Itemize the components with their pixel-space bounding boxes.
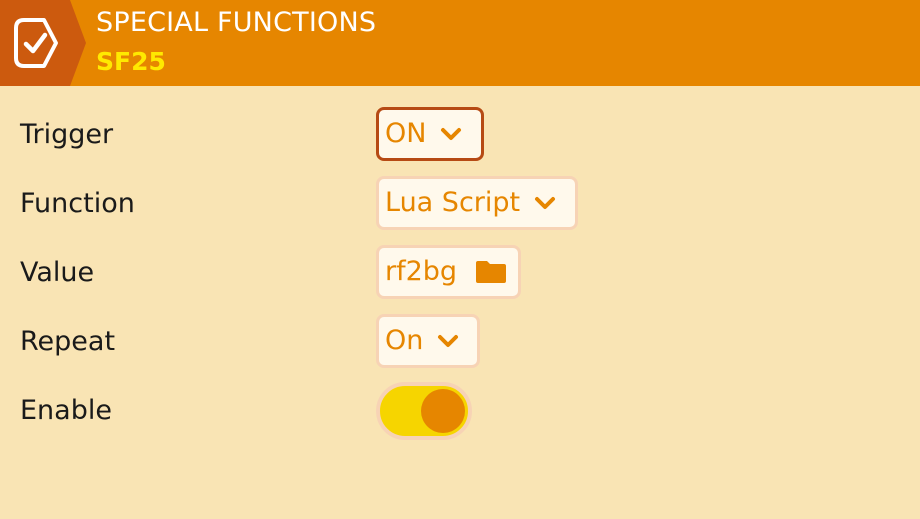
enable-label: Enable [20,395,112,426]
chevron-down-icon [437,334,459,348]
trigger-label: Trigger [20,119,114,150]
repeat-dropdown[interactable]: On [376,314,480,368]
page-title: SPECIAL FUNCTIONS [96,7,377,38]
chevron-down-icon [440,127,462,141]
folder-icon [475,260,507,284]
enable-toggle[interactable] [376,382,472,440]
function-label: Function [20,188,135,219]
toggle-knob [421,389,465,433]
value-label: Value [20,257,95,288]
trigger-dropdown[interactable]: ON [376,107,484,161]
value-file-picker[interactable]: rf2bg [376,245,521,299]
header-bar: SPECIAL FUNCTIONS SF25 [0,0,920,86]
value-value: rf2bg [385,256,458,287]
checkbox-icon[interactable] [0,0,86,86]
chevron-down-icon [534,196,556,210]
function-dropdown[interactable]: Lua Script [376,176,578,230]
page-subtitle: SF25 [96,47,166,76]
trigger-value: ON [385,118,427,149]
repeat-label: Repeat [20,326,116,357]
repeat-value: On [385,325,424,356]
function-value: Lua Script [385,187,521,218]
